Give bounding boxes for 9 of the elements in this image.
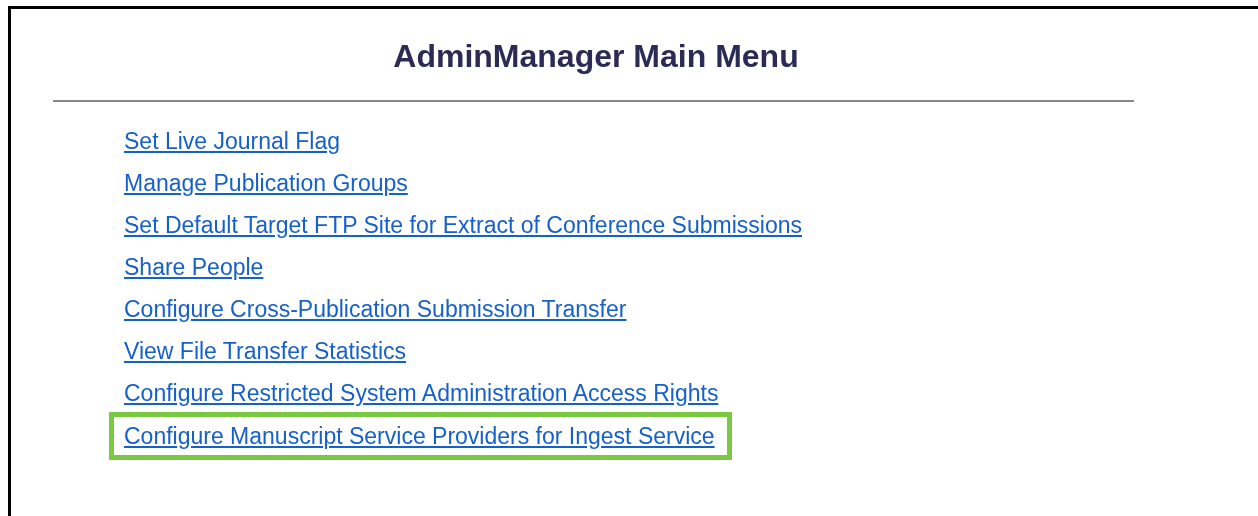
menu-link[interactable]: Manage Publication Groups xyxy=(124,170,408,197)
menu-link[interactable]: Set Live Journal Flag xyxy=(124,128,341,155)
menu-link[interactable]: Configure Cross-Publication Submission Transfer xyxy=(124,296,627,323)
menu-link[interactable]: Configure Manuscript Service Providers for Ingest Service xyxy=(124,422,715,450)
menu-link[interactable]: Configure Restricted System Administration Access Rights xyxy=(124,380,719,407)
menu-link[interactable]: Set Default Target FTP Site for Extract of Conference Submissions xyxy=(124,212,802,239)
menu-link[interactable]: Share People xyxy=(124,254,264,281)
menu-link[interactable]: View File Transfer Statistics xyxy=(124,338,407,365)
page-title: AdminManager Main Menu xyxy=(393,38,799,75)
